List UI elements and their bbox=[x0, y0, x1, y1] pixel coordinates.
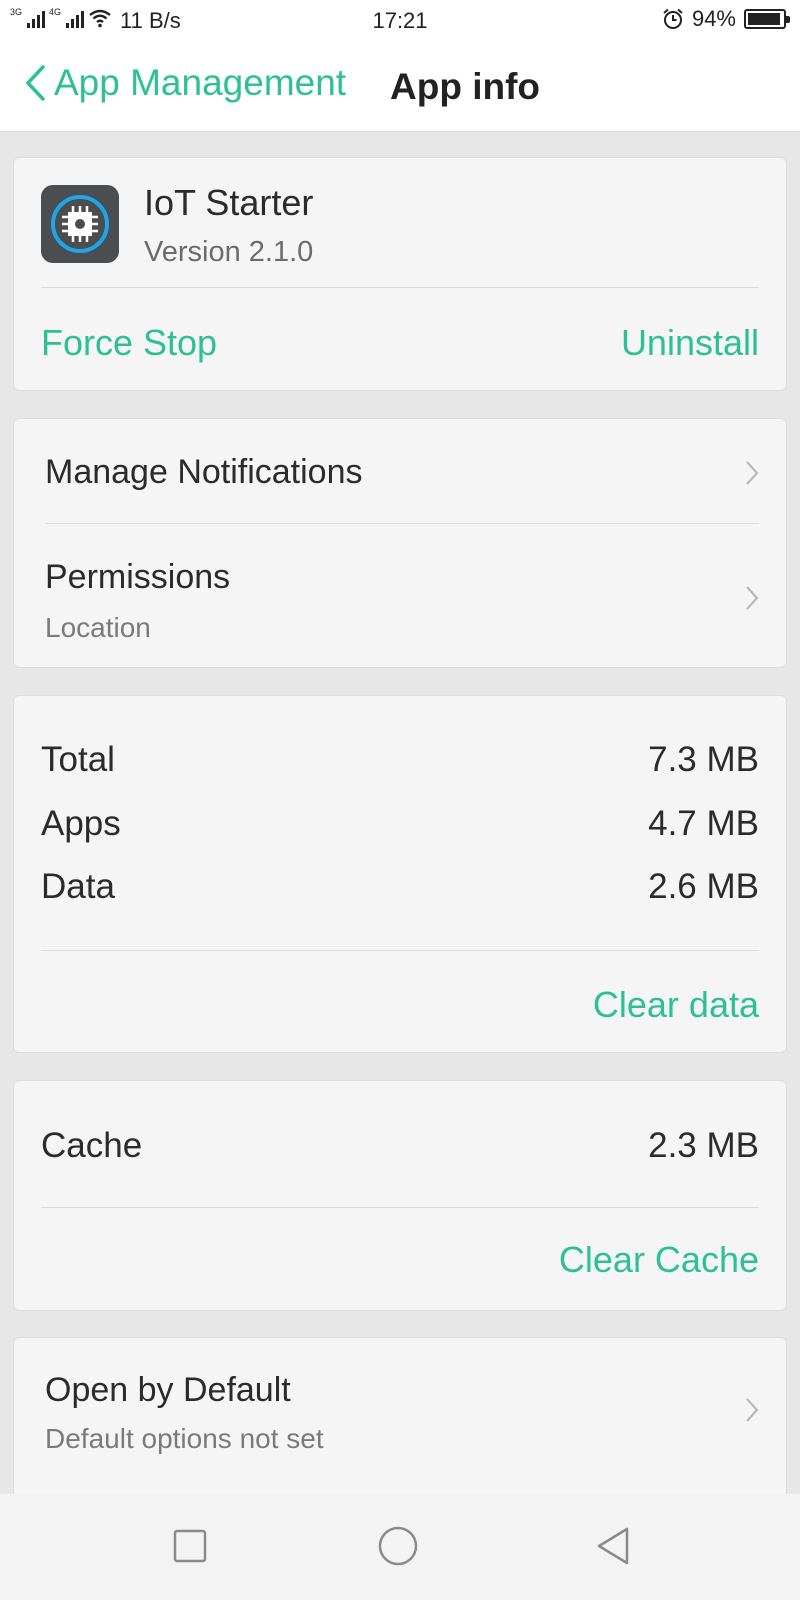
back-label: App Management bbox=[54, 62, 347, 103]
back-nav-button[interactable] bbox=[594, 1526, 634, 1566]
chevron-right-icon bbox=[746, 461, 759, 485]
clear-cache-button[interactable]: Clear Cache bbox=[559, 1239, 759, 1281]
chevron-left-icon bbox=[26, 65, 45, 101]
storage-total-value: 7.3 MB bbox=[648, 740, 759, 779]
manage-notifications-item[interactable]: Manage Notifications bbox=[14, 419, 786, 523]
navigation-bar bbox=[0, 1494, 800, 1600]
cache-label: Cache bbox=[41, 1126, 143, 1165]
permissions-label: Permissions bbox=[45, 558, 231, 596]
back-button[interactable]: App Management bbox=[24, 62, 346, 104]
chevron-right-icon bbox=[746, 586, 759, 610]
storage-data-label: Data bbox=[41, 867, 115, 906]
divider bbox=[41, 950, 759, 951]
alarm-icon bbox=[663, 8, 683, 29]
clear-data-button[interactable]: Clear data bbox=[593, 984, 759, 1026]
divider bbox=[41, 1207, 759, 1208]
chip-icon bbox=[51, 195, 109, 253]
storage-apps-value: 4.7 MB bbox=[648, 804, 759, 843]
home-button[interactable] bbox=[377, 1526, 419, 1568]
battery-icon bbox=[744, 9, 790, 29]
app-bar: App Management App info bbox=[0, 42, 800, 132]
permissions-item[interactable]: Permissions Location bbox=[14, 524, 786, 668]
battery-percent: 94% bbox=[691, 6, 736, 31]
recents-button[interactable] bbox=[170, 1526, 210, 1566]
cache-card: Cache 2.3 MB Clear Cache bbox=[13, 1080, 787, 1311]
settings-card: Manage Notifications Permissions Locatio… bbox=[13, 418, 787, 668]
app-icon bbox=[41, 185, 119, 263]
app-version: Version 2.1.0 bbox=[144, 236, 314, 268]
storage-data-value: 2.6 MB bbox=[648, 867, 759, 906]
uninstall-button[interactable]: Uninstall bbox=[621, 322, 759, 364]
divider bbox=[41, 287, 759, 288]
app-name: IoT Starter bbox=[144, 182, 314, 223]
open-by-default-summary: Default options not set bbox=[45, 1423, 324, 1454]
status-bar: 3G 4G 11 B/s 17:21 94% bbox=[0, 0, 800, 42]
open-by-default-label: Open by Default bbox=[45, 1371, 291, 1409]
manage-notifications-label: Manage Notifications bbox=[45, 453, 363, 491]
chevron-right-icon bbox=[746, 1398, 759, 1422]
page-title: App info bbox=[390, 66, 541, 107]
storage-card: Total 7.3 MB Apps 4.7 MB Data 2.6 MB Cle… bbox=[13, 695, 787, 1053]
storage-apps-label: Apps bbox=[41, 804, 121, 843]
storage-total-label: Total bbox=[41, 740, 115, 779]
permissions-summary: Location bbox=[45, 612, 151, 643]
app-card: IoT Starter Version 2.1.0 Force Stop Uni… bbox=[13, 157, 787, 391]
status-right: 94% bbox=[662, 6, 790, 32]
force-stop-button[interactable]: Force Stop bbox=[41, 322, 217, 364]
cache-value: 2.3 MB bbox=[648, 1126, 759, 1165]
